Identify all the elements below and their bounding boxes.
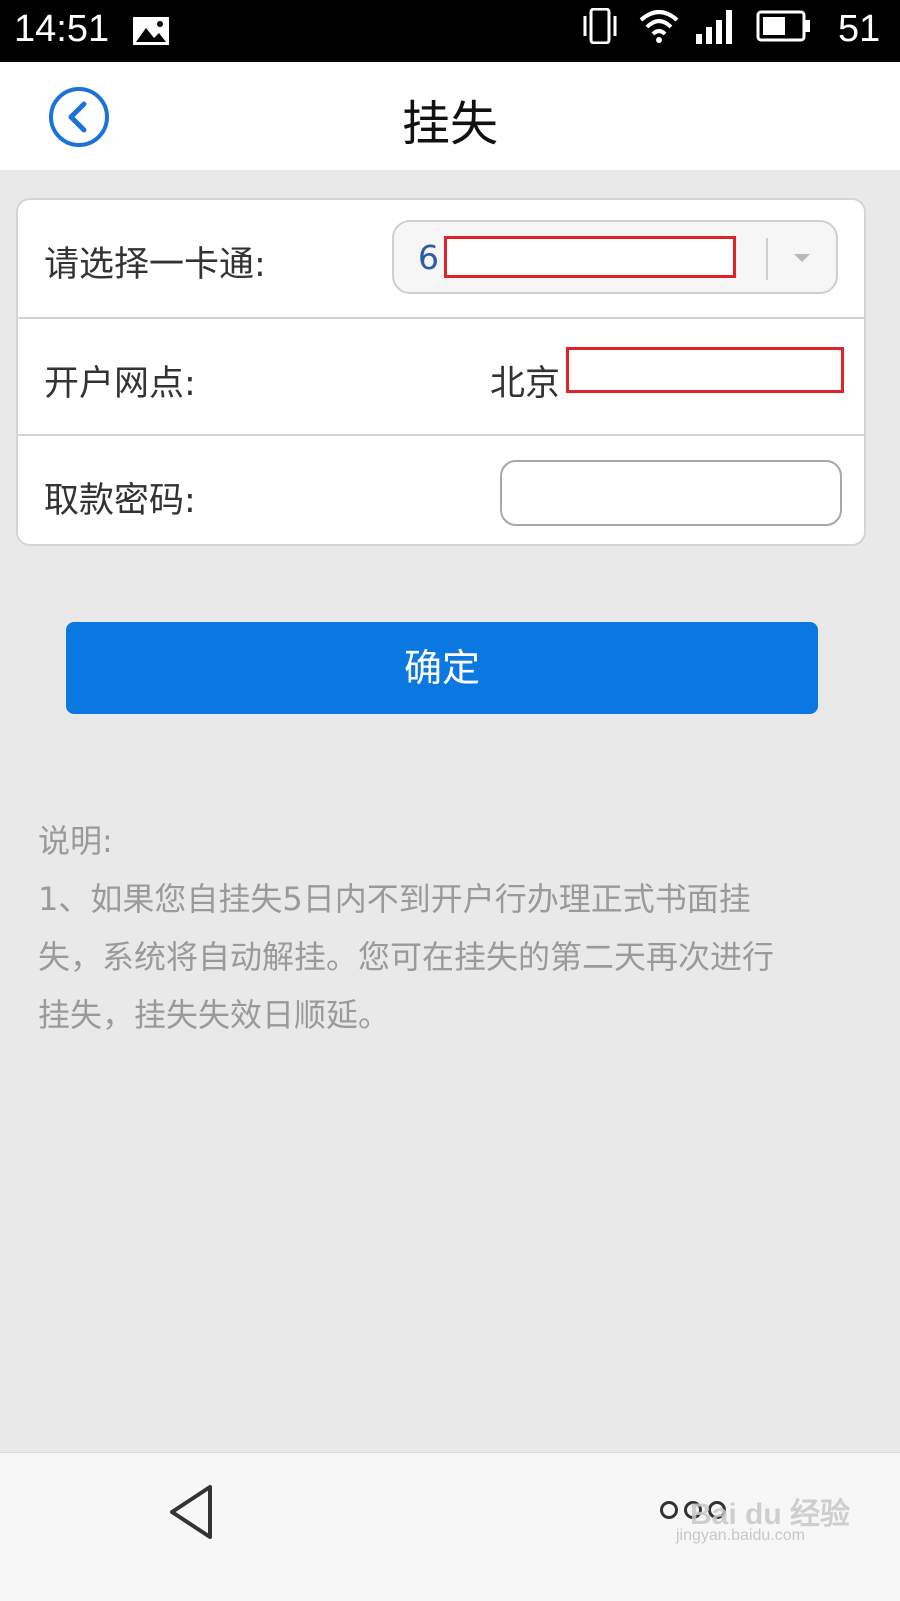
wifi-icon bbox=[639, 10, 679, 43]
password-input[interactable] bbox=[500, 460, 842, 526]
page-title: 挂失 bbox=[401, 96, 498, 152]
vibrate-icon bbox=[583, 8, 617, 44]
signal-icon bbox=[696, 10, 732, 44]
password-label: 取款密码: bbox=[44, 481, 196, 521]
notes-line: 挂失，挂失失效日顺延。 bbox=[38, 996, 391, 1034]
branch-label: 开户网点: bbox=[44, 364, 196, 404]
status-bar: 14:51 51 bbox=[0, 0, 900, 62]
battery-icon bbox=[756, 10, 810, 42]
notes: 说明: 1、如果您自挂失5日内不到开户行办理正式书面挂 失，系统将自动解挂。您可… bbox=[38, 812, 848, 1044]
status-time: 14:51 bbox=[14, 8, 110, 50]
form-card: 请选择一卡通: 6 开户网点: 北京 取款密码: bbox=[16, 198, 866, 546]
branch-value: 北京 bbox=[490, 364, 561, 404]
redaction-box bbox=[566, 347, 844, 393]
triangle-back-icon[interactable] bbox=[166, 1483, 216, 1541]
notes-line: 1、如果您自挂失5日内不到开户行办理正式书面挂 bbox=[38, 880, 751, 918]
battery-level: 51 bbox=[838, 8, 881, 50]
branch-row: 开户网点: 北京 bbox=[18, 317, 864, 434]
card-select-dropdown[interactable]: 6 bbox=[392, 220, 838, 294]
watermark-url: jingyan.baidu.com bbox=[676, 1527, 805, 1544]
chevron-down-icon bbox=[794, 254, 810, 262]
card-select-value: 6 bbox=[418, 238, 439, 277]
password-row: 取款密码: bbox=[18, 434, 864, 551]
notes-line: 失，系统将自动解挂。您可在挂失的第二天再次进行 bbox=[38, 938, 775, 976]
nav-bar: Bai du 经验 jingyan.baidu.com bbox=[0, 1452, 900, 1601]
redaction-box bbox=[444, 236, 736, 278]
dot-icon bbox=[660, 1501, 678, 1519]
gallery-icon bbox=[133, 17, 169, 45]
card-select-row: 请选择一卡通: 6 bbox=[18, 200, 864, 315]
select-divider bbox=[766, 238, 768, 280]
notes-heading: 说明: bbox=[38, 822, 113, 860]
confirm-button[interactable]: 确定 bbox=[66, 622, 818, 714]
card-select-label: 请选择一卡通: bbox=[44, 245, 266, 285]
header: 挂失 bbox=[0, 62, 900, 170]
